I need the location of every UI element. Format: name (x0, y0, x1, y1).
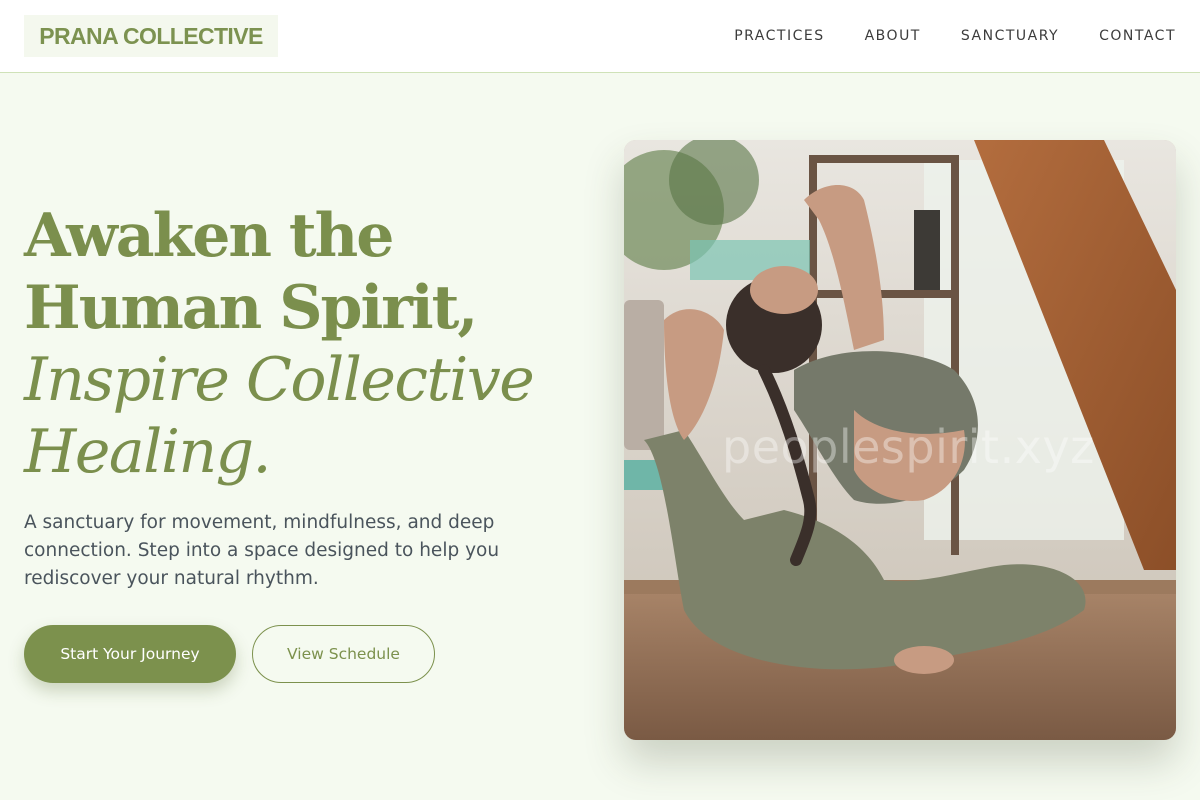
hero-yoga-image: peoplespirit.xyz (624, 140, 1176, 740)
view-schedule-button[interactable]: View Schedule (252, 625, 435, 683)
main-nav: PRACTICES ABOUT SANCTUARY CONTACT (734, 0, 1176, 72)
nav-link-contact[interactable]: CONTACT (1099, 28, 1176, 44)
hero-title-line-3: Inspire Collective (24, 345, 535, 415)
start-journey-button[interactable]: Start Your Journey (24, 625, 236, 683)
brand-logo[interactable]: PRANA COLLECTIVE (24, 15, 278, 57)
hero-title: Awaken the Human Spirit, Inspire Collect… (24, 200, 604, 488)
nav-link-sanctuary[interactable]: SANCTUARY (961, 28, 1059, 44)
hero-title-line-2: Human Spirit, (24, 273, 478, 343)
hero-title-line-4: Healing. (24, 417, 272, 487)
site-header: PRANA COLLECTIVE PRACTICES ABOUT SANCTUA… (0, 0, 1200, 73)
hero-title-line-1: Awaken the (24, 201, 394, 271)
nav-link-about[interactable]: ABOUT (865, 28, 921, 44)
hero-description: A sanctuary for movement, mindfulness, a… (24, 512, 500, 589)
image-watermark: peoplespirit.xyz (722, 420, 1095, 474)
nav-link-practices[interactable]: PRACTICES (734, 28, 824, 44)
